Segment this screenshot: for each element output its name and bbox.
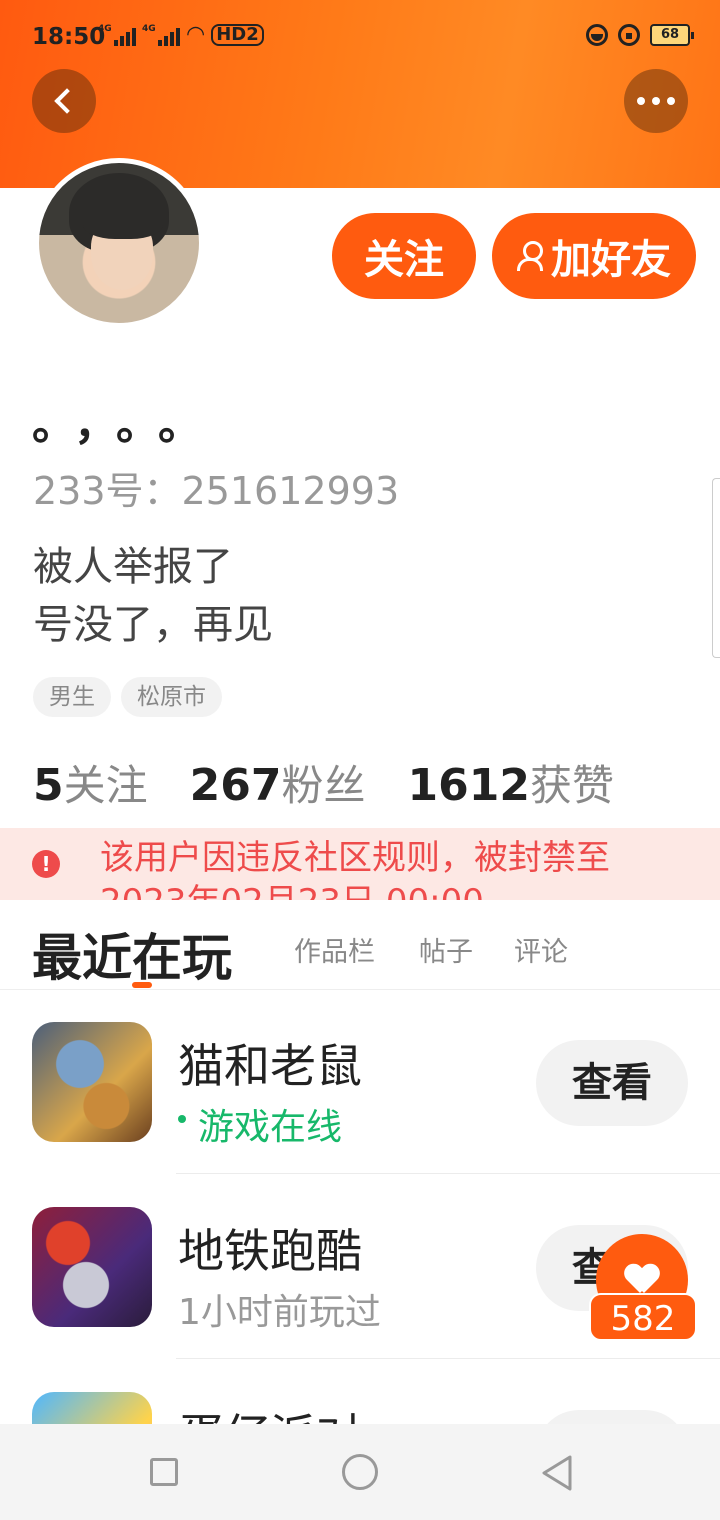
like-count: 582	[589, 1293, 697, 1341]
tab-works[interactable]: 作品栏	[294, 930, 375, 969]
back-button[interactable]	[32, 69, 96, 133]
game-icon-subway-surfers[interactable]	[32, 1207, 152, 1327]
heart-icon	[625, 1265, 659, 1295]
status-bar: 18:50 4G 4G ◠ HD2 68	[0, 0, 720, 72]
tab-posts[interactable]: 帖子	[419, 930, 473, 969]
status-right: 68	[586, 24, 694, 46]
user-id[interactable]: 233号：251612993	[33, 460, 399, 515]
ban-notice: ! 该用户因违反社区规则，被封禁至2023年02月23日 00:00	[0, 828, 720, 900]
game-name: 地铁跑酷	[178, 1224, 362, 1278]
game-icon-tom-and-jerry[interactable]	[32, 1022, 152, 1142]
profile-stats: 5关注 267粉丝 1612获赞	[33, 752, 614, 813]
location-tag: 松原市	[121, 677, 222, 717]
chevron-left-icon	[54, 88, 80, 114]
status-time: 18:50	[32, 24, 106, 50]
more-options-button[interactable]	[624, 69, 688, 133]
list-item[interactable]: 猫和老鼠 游戏在线 查看	[0, 1022, 720, 1208]
follow-button[interactable]: 关注	[332, 213, 476, 299]
rotation-lock-icon	[618, 24, 640, 46]
profile-tags: 男生 松原市	[33, 677, 222, 717]
scrollbar[interactable]	[712, 478, 720, 658]
gender-tag: 男生	[33, 677, 111, 717]
more-dots-icon	[637, 97, 675, 105]
home-button[interactable]	[342, 1454, 378, 1490]
triangle-back-icon	[542, 1455, 572, 1491]
signal-icon: 4G	[142, 24, 180, 46]
bio: 被人举报了 号没了，再见	[33, 544, 273, 648]
battery-icon: 68	[650, 24, 694, 46]
view-button[interactable]: 查看	[536, 1410, 688, 1424]
game-icon-eggy-party[interactable]	[32, 1392, 152, 1424]
list-item[interactable]: 蛋仔派对 查看	[0, 1392, 720, 1424]
warning-icon: !	[32, 850, 60, 878]
ban-notice-text: 该用户因违反社区规则，被封禁至2023年02月23日 00:00	[100, 838, 610, 900]
wifi-icon: ◠	[186, 22, 206, 47]
nickname: 。，。。	[32, 399, 222, 450]
following-stat[interactable]: 5关注	[33, 752, 148, 813]
recent-apps-button[interactable]	[150, 1458, 178, 1486]
fans-stat[interactable]: 267粉丝	[190, 752, 366, 813]
game-status: 1小时前玩过	[178, 1292, 381, 1333]
network-indicators: 4G 4G ◠ HD2	[98, 24, 264, 46]
data-saver-icon	[586, 24, 608, 46]
signal-icon: 4G	[98, 24, 136, 46]
tab-recently-played[interactable]: 最近在玩	[32, 918, 232, 990]
game-name: 蛋仔派对	[178, 1400, 362, 1424]
view-button[interactable]: 查看	[536, 1040, 688, 1126]
add-person-icon	[517, 241, 545, 271]
game-name: 猫和老鼠	[178, 1039, 362, 1093]
likes-stat: 1612获赞	[407, 760, 614, 811]
profile-tabs: 最近在玩 作品栏 帖子 评论	[0, 900, 720, 990]
tab-comments[interactable]: 评论	[514, 930, 568, 969]
game-status: 游戏在线	[178, 1098, 342, 1150]
add-friend-button[interactable]: 加好友	[492, 213, 696, 299]
system-nav-bar	[0, 1424, 720, 1520]
hd-icon: HD2	[211, 24, 264, 46]
active-tab-indicator	[132, 982, 152, 988]
avatar[interactable]	[34, 158, 204, 328]
